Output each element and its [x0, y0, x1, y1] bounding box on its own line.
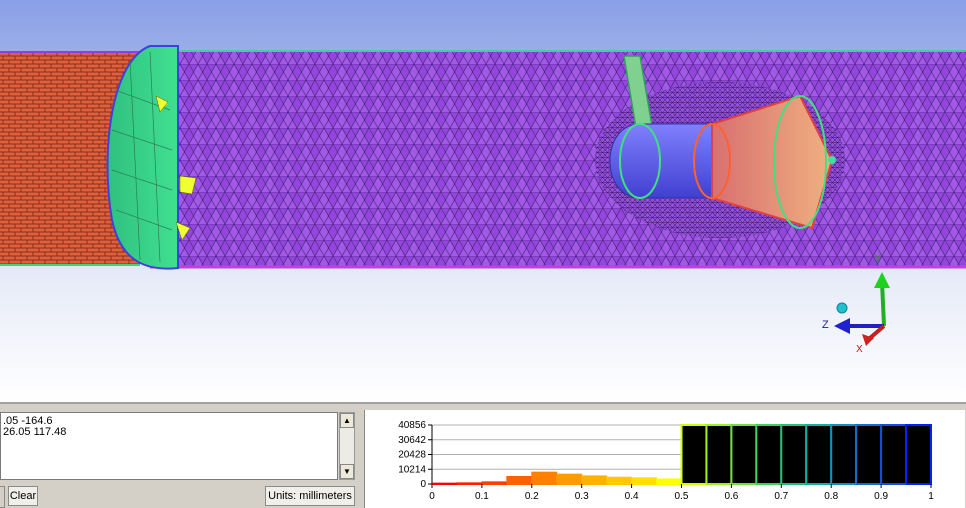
scroll-down-button[interactable]: ▼	[340, 464, 354, 479]
units-button[interactable]: Units: millimeters	[265, 486, 355, 506]
hist-y-tick-label: 0	[420, 479, 426, 490]
quality-histogram[interactable]: 40856 30642 20428 10214 00 0.1 0.2 0.3 0.4 0.5 0.6…	[365, 410, 965, 508]
hist-x-tick-label: 0	[429, 491, 435, 502]
hist-bar	[730, 424, 758, 485]
hist-bar	[805, 424, 833, 485]
hist-bar	[830, 424, 858, 485]
hist-x-tick-label: 0.3	[575, 491, 589, 502]
hist-bar	[506, 475, 533, 485]
hidden-button-edge[interactable]	[0, 486, 5, 508]
hist-x-tick-label: 0.9	[874, 491, 888, 502]
hist-bar	[855, 424, 883, 485]
hist-bar	[606, 476, 633, 485]
hist-bar	[905, 424, 932, 485]
mesh-scene[interactable]: Y Z X	[0, 0, 966, 402]
hist-bar	[531, 471, 558, 485]
hist-y-tick-label: 30642	[398, 435, 426, 446]
axis-triad	[834, 272, 890, 346]
hist-bar	[680, 424, 708, 485]
hist-y-tick-label: 20428	[398, 450, 426, 461]
x-axis-label: X	[856, 344, 863, 355]
hist-x-tick-label: 0.5	[675, 491, 689, 502]
message-console[interactable]: .05 -164.6 26.05 117.48	[0, 412, 338, 480]
hist-y-tick-label: 10214	[398, 464, 426, 475]
z-axis-label: Z	[822, 319, 829, 331]
y-axis-label: Y	[874, 253, 882, 265]
hist-x-tick-label: 0.2	[525, 491, 539, 502]
hist-x-tick-label: 0.8	[824, 491, 838, 502]
quality-histogram-panel[interactable]: 40856 30642 20428 10214 0 0 0.1 0.2 0.3 0.4 0.5 0.6…	[364, 410, 965, 508]
hist-bar	[556, 473, 583, 485]
hist-x-tick-label: 0.6	[724, 491, 738, 502]
mesh-viewport[interactable]: Y Z X	[0, 0, 966, 402]
hist-bar	[581, 475, 608, 485]
hist-bar	[705, 424, 733, 485]
hist-bar	[755, 424, 783, 485]
hist-x-tick-label: 1	[928, 491, 934, 502]
hist-x-tick-label: 0.7	[774, 491, 788, 502]
hist-bar	[780, 424, 808, 485]
clear-button[interactable]: Clear	[8, 486, 38, 506]
hist-x-tick-label: 0.4	[625, 491, 639, 502]
console-line: 26.05 117.48	[3, 426, 67, 438]
hist-x-tick-label: 0.1	[475, 491, 489, 502]
scroll-up-button[interactable]: ▲	[340, 413, 354, 428]
hist-y-tick-label: 40856	[398, 420, 426, 431]
hist-bar	[880, 424, 908, 485]
console-scrollbar[interactable]: ▲ ▼	[339, 412, 355, 480]
bottom-panel: .05 -164.6 26.05 117.48 ▲ ▼ Clear Units: …	[0, 402, 966, 508]
nozzle-tip	[828, 156, 836, 164]
